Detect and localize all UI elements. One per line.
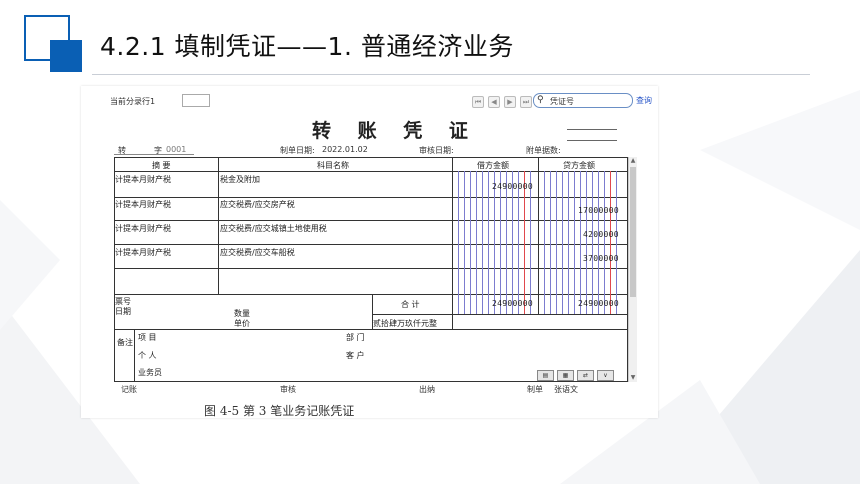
entry-1-account[interactable]: 税金及附加 bbox=[220, 174, 260, 185]
total-credit: 24900000 bbox=[578, 299, 619, 308]
slide-title: 4.2.1 填制凭证——1. 普通经济业务 bbox=[92, 28, 522, 66]
query-link[interactable]: 查询 bbox=[636, 95, 652, 106]
search-icon: ⚲ bbox=[537, 95, 544, 105]
scroll-down-icon[interactable]: ▼ bbox=[629, 374, 637, 382]
make-date-value[interactable]: 2022.01.02 bbox=[322, 145, 368, 154]
current-row-field[interactable] bbox=[182, 94, 210, 107]
total-debit: 24900000 bbox=[492, 299, 533, 308]
entry-2-summary[interactable]: 计提本月财产税 bbox=[115, 199, 171, 210]
first-record-icon[interactable]: ⏮ bbox=[472, 96, 484, 108]
entry-2-credit[interactable]: 17000000 bbox=[578, 206, 619, 215]
title-divider bbox=[92, 74, 810, 75]
signature-line-2 bbox=[567, 140, 617, 141]
prev-record-icon[interactable]: ◀ bbox=[488, 96, 500, 108]
cashier-label: 出纳 bbox=[419, 385, 435, 394]
entry-4-account[interactable]: 应交税费/应交车船税 bbox=[220, 247, 295, 258]
current-row-label: 当前分录行1 bbox=[110, 97, 156, 106]
entry-1-summary[interactable]: 计提本月财产税 bbox=[115, 174, 171, 185]
grid-line bbox=[114, 157, 115, 382]
department-label: 部 门 bbox=[346, 333, 365, 342]
bookkeeper-label: 记账 bbox=[121, 385, 137, 394]
maker-name: 张语文 bbox=[554, 385, 578, 394]
col-account-header: 科目名称 bbox=[317, 161, 349, 170]
make-date-label: 制单日期: bbox=[280, 146, 315, 155]
auditor-label: 审核 bbox=[280, 385, 296, 394]
table-scrollbar[interactable]: ▲ ▼ bbox=[628, 157, 637, 382]
amount-in-words: 贰拾肆万玖仟元整 bbox=[373, 319, 437, 328]
attachments-label: 附单据数: bbox=[526, 146, 561, 155]
grid-line bbox=[114, 381, 628, 382]
unit-price-label: 单价 bbox=[234, 319, 250, 328]
audit-date-label: 审核日期: bbox=[419, 146, 454, 155]
entry-3-summary[interactable]: 计提本月财产税 bbox=[115, 223, 171, 234]
signature-line-1 bbox=[567, 129, 617, 130]
grid-line bbox=[538, 157, 539, 315]
project-label: 项 目 bbox=[138, 333, 157, 342]
voucher-number-underline bbox=[114, 154, 194, 155]
col-debit-header: 借方金额 bbox=[477, 161, 509, 170]
search-placeholder: 凭证号 bbox=[550, 97, 574, 106]
voucher-entry-table: 摘 要 科目名称 借方金额 贷方金额 计提本月财产税 税金及附加 2490000… bbox=[114, 157, 628, 382]
attachment-icon[interactable]: ▤ bbox=[537, 370, 554, 381]
total-label: 合 计 bbox=[401, 300, 420, 309]
grid-line bbox=[114, 157, 628, 158]
col-summary-header: 摘 要 bbox=[152, 161, 171, 170]
entry-3-account[interactable]: 应交税费/应交城镇土地使用税 bbox=[220, 223, 327, 234]
title-deco-filled-square bbox=[50, 40, 82, 72]
figure-caption: 图 4-5 第 3 笔业务记账凭证 bbox=[204, 404, 355, 418]
entry-4-credit[interactable]: 3700000 bbox=[583, 254, 619, 263]
scroll-up-icon[interactable]: ▲ bbox=[629, 157, 637, 165]
image-icon[interactable]: ▦ bbox=[557, 370, 574, 381]
scrollbar-thumb[interactable] bbox=[630, 167, 636, 297]
last-record-icon[interactable]: ⏭ bbox=[520, 96, 532, 108]
salesman-label: 业务员 bbox=[138, 368, 162, 377]
voucher-title: 转 账 凭 证 bbox=[312, 120, 478, 142]
flow-icon[interactable]: ⇄ bbox=[577, 370, 594, 381]
entry-4-summary[interactable]: 计提本月财产税 bbox=[115, 247, 171, 258]
grid-line bbox=[372, 314, 628, 315]
voucher-search-input[interactable]: ⚲ 凭证号 bbox=[533, 93, 633, 108]
date-label: 日期 bbox=[115, 307, 131, 316]
entry-1-debit[interactable]: 24900000 bbox=[492, 182, 533, 191]
entry-3-credit[interactable]: 4200000 bbox=[583, 230, 619, 239]
voucher-number[interactable]: 0001 bbox=[166, 145, 186, 154]
remark-label: 备注 bbox=[117, 338, 133, 347]
grid-line bbox=[218, 157, 219, 294]
expand-icon[interactable]: ∨ bbox=[597, 370, 614, 381]
grid-line bbox=[134, 329, 135, 381]
next-record-icon[interactable]: ▶ bbox=[504, 96, 516, 108]
grid-line bbox=[452, 157, 453, 329]
entry-2-account[interactable]: 应交税费/应交房产税 bbox=[220, 199, 295, 210]
col-credit-header: 贷方金额 bbox=[563, 161, 595, 170]
personal-label: 个 人 bbox=[138, 351, 157, 360]
maker-label: 制单 bbox=[527, 385, 543, 394]
grid-line bbox=[114, 329, 628, 330]
customer-label: 客 户 bbox=[346, 351, 365, 360]
